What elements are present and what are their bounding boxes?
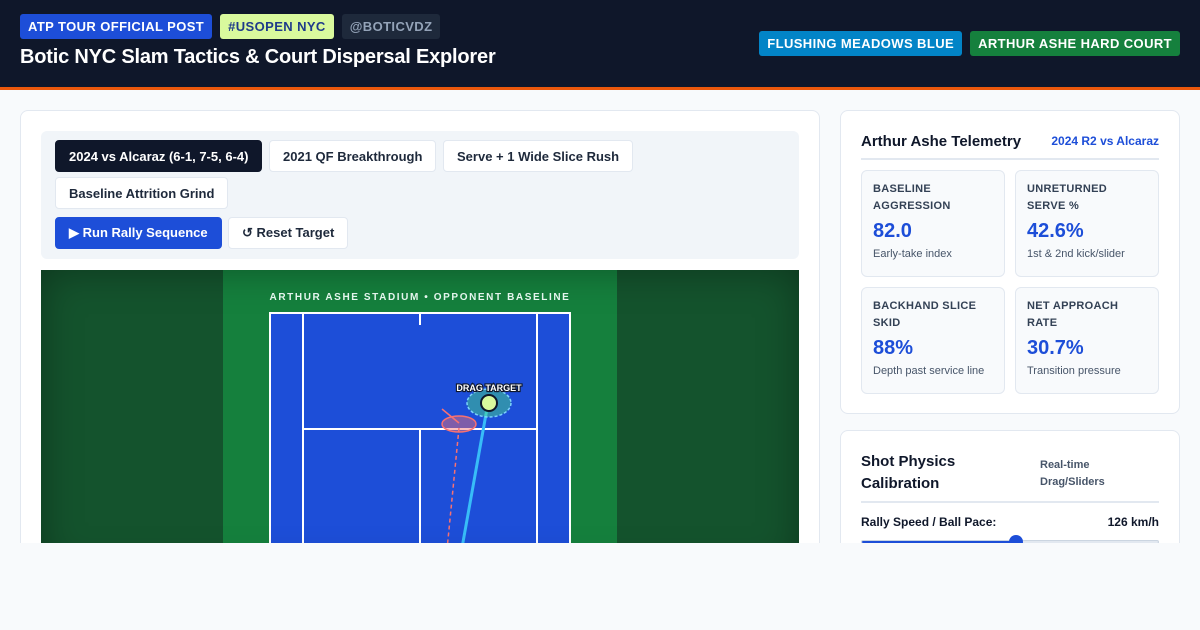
metric-label: NET APPROACH RATE [1027, 300, 1119, 329]
metric-value: 88% [873, 337, 914, 359]
viewport-cutoff [0, 543, 1200, 630]
physics-note: Real-time Drag/Sliders [1040, 459, 1105, 488]
metric-value: 82.0 [873, 220, 912, 242]
rally-speed-label: Rally Speed / Ball Pace: [861, 515, 997, 529]
metric-card-net-approach: NET APPROACH RATE 30.7% Transition press… [1015, 287, 1159, 394]
divider [861, 501, 1159, 503]
tag-author-handle[interactable]: @BOTICVDZ [341, 14, 441, 39]
scenario-tab-2024-alcaraz[interactable]: 2024 vs Alcaraz (6-1, 7-5, 6-4) [55, 140, 263, 172]
court-viewport[interactable]: ARTHUR ASHE STADIUM • OPPONENT BASELINE … [41, 270, 799, 569]
page-title: Botic NYC Slam Tactics & Court Dispersal… [20, 46, 496, 68]
metric-caption: Early-take index [873, 248, 952, 260]
metric-value: 30.7% [1027, 337, 1084, 359]
scenario-tab-2021-qf[interactable]: 2021 QF Breakthrough [269, 140, 437, 172]
metric-card-baseline-aggression: BASELINE AGGRESSION 82.0 Early-take inde… [861, 170, 1005, 277]
metric-caption: 1st & 2nd kick/slider [1027, 248, 1125, 260]
telemetry-panel: Arthur Ashe Telemetry 2024 R2 vs Alcaraz… [840, 110, 1180, 414]
court-surround: ARTHUR ASHE STADIUM • OPPONENT BASELINE … [223, 270, 617, 569]
scenario-tab-baseline-grind[interactable]: Baseline Attrition Grind [55, 177, 229, 209]
tennis-court-diagram: DRAG TARGET [269, 312, 571, 569]
tag-atp-official: ATP TOUR OFFICIAL POST [20, 14, 213, 39]
scenario-controls: 2024 vs Alcaraz (6-1, 7-5, 6-4) 2021 QF … [41, 131, 799, 259]
metric-caption: Transition pressure [1027, 365, 1121, 377]
drag-target-ball[interactable] [480, 394, 498, 412]
metric-caption: Depth past service line [873, 365, 985, 377]
venue-badge-group: FLUSHING MEADOWS BLUE ARTHUR ASHE HARD C… [759, 31, 1180, 56]
metric-value: 42.6% [1027, 220, 1084, 242]
badge-arthur-ashe-court: ARTHUR ASHE HARD COURT [970, 31, 1180, 56]
metric-card-backhand-slice: BACKHAND SLICE SKID 88% Depth past servi… [861, 287, 1005, 394]
scenario-tab-serve-plus-one[interactable]: Serve + 1 Wide Slice Rush [443, 140, 634, 172]
telemetry-title: Arthur Ashe Telemetry [861, 133, 1022, 150]
rally-speed-value: 126 km/h [1107, 515, 1159, 529]
metric-label: BASELINE AGGRESSION [873, 183, 951, 212]
tag-usopen-hashtag[interactable]: #USOPEN NYC [220, 14, 334, 39]
metric-card-unreturned-serve: UNRETURNED SERVE % 42.6% 1st & 2nd kick/… [1015, 170, 1159, 277]
reset-target-button[interactable]: ↺ Reset Target [228, 217, 349, 249]
telemetry-match-link[interactable]: 2024 R2 vs Alcaraz [1051, 134, 1159, 148]
divider [861, 158, 1159, 160]
run-rally-button[interactable]: ▶ Run Rally Sequence [55, 217, 222, 249]
header-tag-group: ATP TOUR OFFICIAL POST #USOPEN NYC @BOTI… [20, 14, 441, 39]
metric-label: UNRETURNED SERVE % [1027, 183, 1107, 212]
app-header: ATP TOUR OFFICIAL POST #USOPEN NYC @BOTI… [0, 0, 1200, 90]
drag-target-label: DRAG TARGET [456, 383, 522, 393]
metric-label: BACKHAND SLICE SKID [873, 300, 977, 329]
physics-title: Shot Physics Calibration [861, 453, 956, 492]
tactics-explorer-panel: 2024 vs Alcaraz (6-1, 7-5, 6-4) 2021 QF … [20, 110, 820, 570]
badge-flushing-meadows: FLUSHING MEADOWS BLUE [759, 31, 963, 56]
